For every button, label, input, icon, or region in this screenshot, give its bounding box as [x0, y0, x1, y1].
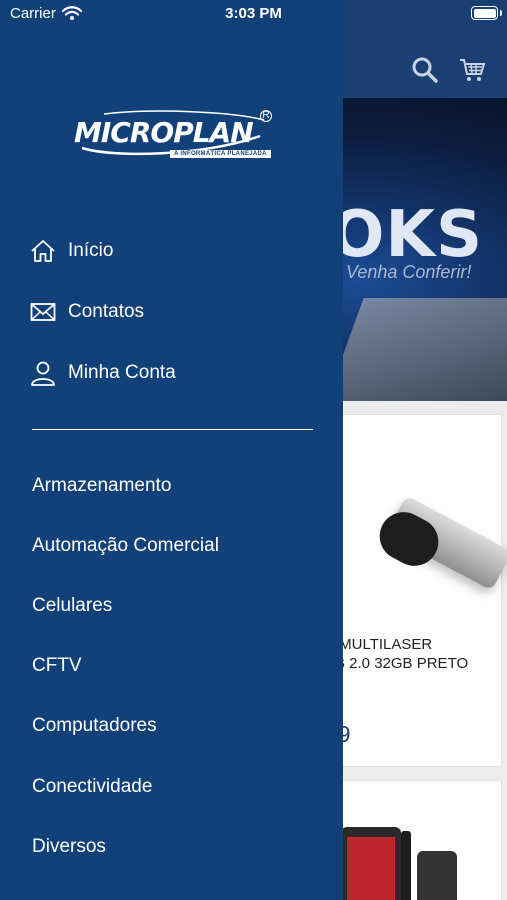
cart-icon[interactable]	[458, 56, 486, 84]
logo-tagline: A INFORMÁTICA PLANEJADA	[170, 150, 271, 158]
menu-item-inicio[interactable]: Início	[30, 238, 113, 264]
category-automacao-comercial[interactable]: Automação Comercial	[32, 535, 219, 557]
clock: 3:03 PM	[225, 5, 282, 22]
microplan-logo: MICROPLAN R A INFORMÁTICA PLANEJADA	[74, 110, 274, 166]
menu-item-minha-conta[interactable]: Minha Conta	[30, 360, 176, 386]
mail-icon	[30, 303, 56, 321]
product-card[interactable]: E MULTILASER SB 2.0 32GB PRETO 99	[320, 414, 507, 767]
menu-item-label: Minha Conta	[68, 362, 176, 383]
home-icon	[31, 240, 55, 262]
laptop-image	[316, 298, 507, 401]
category-celulares[interactable]: Celulares	[32, 595, 112, 617]
product-title: E MULTILASER SB 2.0 32GB PRETO	[325, 636, 469, 672]
category-conectividade[interactable]: Conectividade	[32, 776, 152, 798]
product-card[interactable]	[320, 780, 502, 900]
menu-item-contatos[interactable]: Contatos	[30, 299, 144, 325]
search-icon[interactable]	[411, 56, 439, 84]
banner-subtitle: Venha Conferir!	[346, 262, 472, 282]
product-image	[351, 463, 507, 591]
registered-mark: R	[260, 110, 272, 122]
product-price: 99	[321, 721, 503, 748]
menu-item-label: Início	[68, 240, 114, 261]
navigation-drawer: MICROPLAN R A INFORMÁTICA PLANEJADA Iníc…	[0, 0, 343, 900]
category-cftv[interactable]: CFTV	[32, 655, 82, 677]
menu-item-label: Contatos	[68, 301, 145, 322]
category-armazenamento[interactable]: Armazenamento	[32, 475, 171, 497]
battery-icon	[471, 6, 498, 20]
category-computadores[interactable]: Computadores	[32, 715, 157, 737]
status-bar: Carrier 3:03 PM	[0, 0, 507, 28]
category-diversos[interactable]: Diversos	[32, 836, 106, 858]
user-icon	[31, 361, 55, 386]
menu-divider	[32, 429, 313, 430]
product-image	[341, 827, 401, 900]
banner-title: OKS	[330, 198, 484, 272]
